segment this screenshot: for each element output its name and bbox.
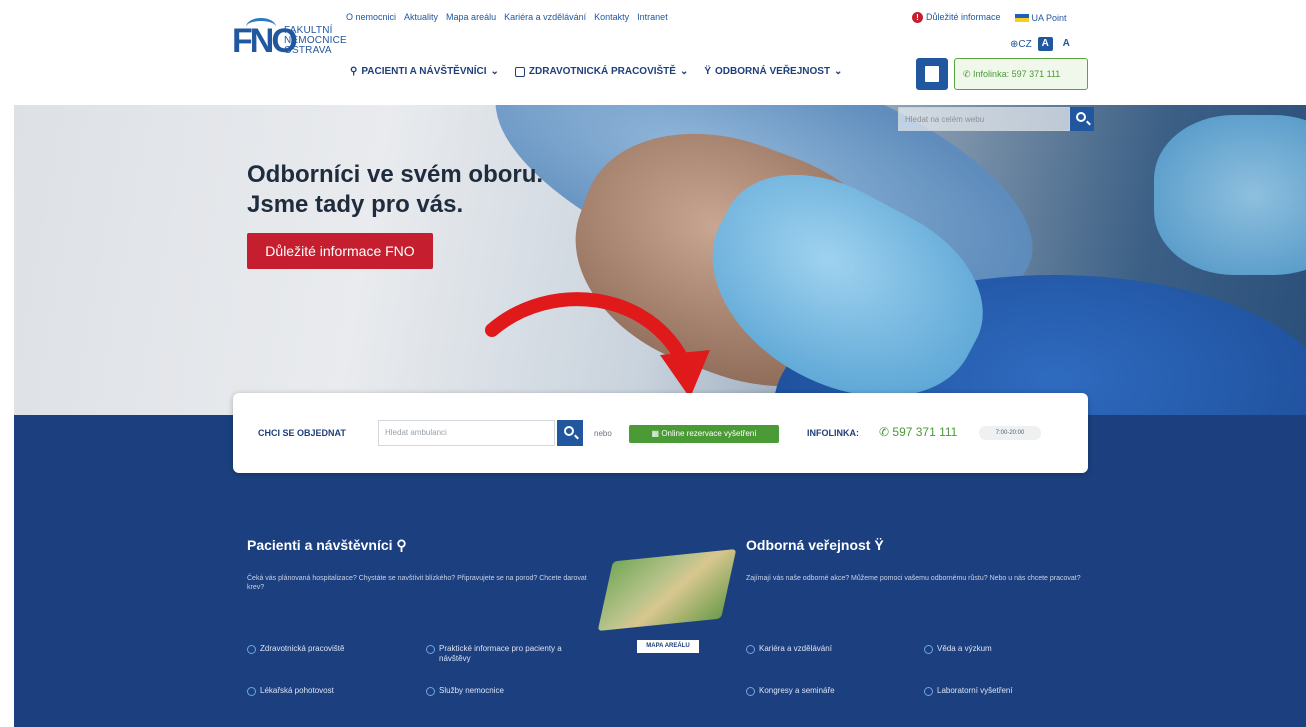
search-icon (564, 426, 574, 436)
red-arrow-icon (485, 292, 710, 398)
ambulance-search-input[interactable]: Hledat ambulanci (378, 420, 555, 446)
map-button[interactable]: MAPA AREÁLU (637, 640, 699, 653)
ua-flag-icon (1014, 14, 1029, 23)
circle-chevron-icon (924, 687, 933, 696)
main-nav: ⚲ PACIENTI A NÁVŠTĚVNÍCI ⌄ ZDRAVOTNICKÁ PR… (350, 66, 842, 77)
lang-select[interactable]: ⊕CZ (1010, 39, 1032, 50)
top-link-o-nemocnici[interactable]: O nemocnici (346, 12, 396, 22)
or-label: nebo (594, 429, 612, 438)
link-laboratorni-vysetreni[interactable]: Laboratorní vyšetření (924, 686, 1074, 696)
link-zdravotnicka-pracoviste[interactable]: Zdravotnická pracoviště (247, 644, 407, 654)
patients-desc: Čeká vás plánovaná hospitalizace? Chystá… (247, 575, 587, 591)
circle-chevron-icon (746, 645, 755, 654)
top-link-kariera[interactable]: Kariéra a vzdělávání (504, 12, 586, 22)
nav-odborna-label: ODBORNÁ VEŘEJNOST (715, 66, 831, 77)
second-surgeon-mask (1154, 115, 1306, 275)
site-header: FNO FAKULTNÍ NEMOCNICE OSTRAVA O nemocni… (0, 0, 1306, 105)
circle-chevron-icon (247, 645, 256, 654)
ua-point-label: UA Point (1031, 12, 1067, 23)
booking-panel: CHCI SE OBJEDNAT Hledat ambulanci nebo ▦… (233, 393, 1088, 473)
info-icon: ! (912, 12, 923, 24)
professional-desc: Zajímají vás naše odborné akce? Můžeme p… (746, 575, 1081, 582)
site-search-input[interactable]: Hledat na celém webu (898, 107, 1070, 131)
link-lekarska-pohotovost[interactable]: Lékařská pohotovost (247, 686, 407, 696)
logo-line-3: OSTRAVA (284, 45, 332, 56)
hero-title: Odborníci ve svém oboru. Jsme tady pro vá… (247, 160, 543, 220)
nav-pacienti[interactable]: ⚲ PACIENTI A NÁVŠTĚVNÍCI ⌄ (350, 66, 499, 77)
person-icon: ⚲ (396, 537, 407, 553)
ambulance-search-button[interactable] (557, 420, 583, 446)
hero-title-line-2: Jsme tady pro vás. (247, 191, 464, 218)
link-label: Laboratorní vyšetření (937, 686, 1013, 695)
search-icon (1076, 112, 1086, 122)
logo[interactable]: FNO FAKULTNÍ NEMOCNICE OSTRAVA (232, 14, 352, 74)
patients-title-text: Pacienti a návštěvníci (247, 537, 393, 553)
nav-pracoviste-label: ZDRAVOTNICKÁ PRACOVIŠTĚ (528, 66, 676, 77)
right-links: ! Důležité informace UA Point (912, 12, 1067, 24)
link-prakticke-informace[interactable]: Praktické informace pro pacienty a návšt… (426, 644, 576, 664)
top-link-kontakty[interactable]: Kontakty (594, 12, 629, 22)
link-label: Služby nemocnice (439, 686, 504, 695)
important-info-button[interactable]: Důležité informace FNO (247, 233, 433, 269)
chevron-down-icon: ⌄ (490, 66, 499, 77)
hero-title-line-1: Odborníci ve svém oboru. (247, 161, 544, 188)
cross-box-icon (514, 66, 525, 77)
link-sluzby-nemocnice[interactable]: Služby nemocnice (426, 686, 576, 696)
professional-title-text: Odborná veřejnost (746, 537, 871, 553)
circle-chevron-icon (746, 687, 755, 696)
language-switcher: ⊕CZ A A (1010, 37, 1074, 51)
top-nav: O nemocnici Aktuality Mapa areálu Kariér… (346, 12, 668, 22)
link-label: Věda a výzkum (937, 644, 992, 653)
link-kariera-vzdelavani[interactable]: Kariéra a vzdělávání (746, 644, 906, 654)
link-label: Kongresy a semináře (759, 686, 835, 695)
link-label: Kariéra a vzdělávání (759, 644, 832, 653)
nav-pacienti-label: PACIENTI A NÁVŠTĚVNÍCI (361, 66, 487, 77)
infoline-heading: INFOLINKA: (807, 428, 859, 438)
stethoscope-icon: Ϋ (874, 537, 884, 553)
patients-title[interactable]: Pacienti a návštěvníci ⚲ (247, 537, 407, 554)
top-link-aktuality[interactable]: Aktuality (404, 12, 438, 22)
online-reservation-button[interactable]: ▦ Online rezervace vyšetření (629, 425, 779, 443)
link-label: Praktické informace pro pacienty a návšt… (439, 644, 562, 663)
calendar-icon: ▦ (651, 429, 662, 438)
infoline-label: Infolinka: 597 371 111 (973, 69, 1061, 79)
person-icon: ⚲ (350, 66, 358, 77)
infoline-phone[interactable]: ✆ 597 371 111 (879, 425, 957, 439)
site-search-button[interactable] (1070, 107, 1094, 131)
chevron-down-icon: ⌄ (834, 66, 843, 77)
info-book-icon[interactable] (916, 58, 948, 90)
chevron-down-icon: ⌄ (679, 66, 689, 77)
online-reservation-label: Online rezervace vyšetření (661, 429, 757, 438)
hospital-map-image[interactable] (597, 548, 737, 632)
nav-pracoviste[interactable]: ZDRAVOTNICKÁ PRACOVIŠTĚ ⌄ (514, 66, 689, 77)
logo-text: FAKULTNÍ NEMOCNICE OSTRAVA (284, 26, 347, 56)
infoline-phone-number: 597 371 111 (892, 425, 958, 439)
professional-title[interactable]: Odborná veřejnost Ϋ (746, 537, 884, 553)
ua-point-link[interactable]: UA Point (1014, 12, 1067, 23)
phone-icon: ✆ (963, 69, 974, 79)
circle-chevron-icon (247, 687, 256, 696)
top-link-mapa-arealu[interactable]: Mapa areálu (446, 12, 496, 22)
infoline-hours: 7:00-20:00 (979, 426, 1041, 440)
phone-icon: ✆ (879, 425, 893, 439)
font-size-normal-button[interactable]: A (1037, 37, 1053, 51)
important-info-link[interactable]: ! Důležité informace (912, 12, 1001, 24)
important-info-label: Důležité informace (926, 12, 1001, 22)
site-search: Hledat na celém webu (898, 107, 1094, 131)
link-label: Lékařská pohotovost (260, 686, 334, 695)
nav-odborna[interactable]: Ϋ ODBORNÁ VEŘEJNOST ⌄ (704, 66, 842, 77)
circle-chevron-icon (924, 645, 933, 654)
page: FNO FAKULTNÍ NEMOCNICE OSTRAVA O nemocni… (0, 0, 1306, 727)
circle-chevron-icon (426, 645, 435, 654)
booking-label: CHCI SE OBJEDNAT (258, 428, 346, 438)
lang-code: CZ (1018, 38, 1032, 50)
stethoscope-icon: Ϋ (704, 66, 712, 77)
infoline-button[interactable]: ✆ Infolinka: 597 371 111 (954, 58, 1088, 90)
font-size-large-button[interactable]: A (1059, 37, 1074, 51)
link-kongresy-seminare[interactable]: Kongresy a semináře (746, 686, 906, 696)
link-label: Zdravotnická pracoviště (260, 644, 345, 653)
circle-chevron-icon (426, 687, 435, 696)
link-veda-vyzkum[interactable]: Věda a výzkum (924, 644, 1074, 654)
top-link-intranet[interactable]: Intranet (637, 12, 668, 22)
